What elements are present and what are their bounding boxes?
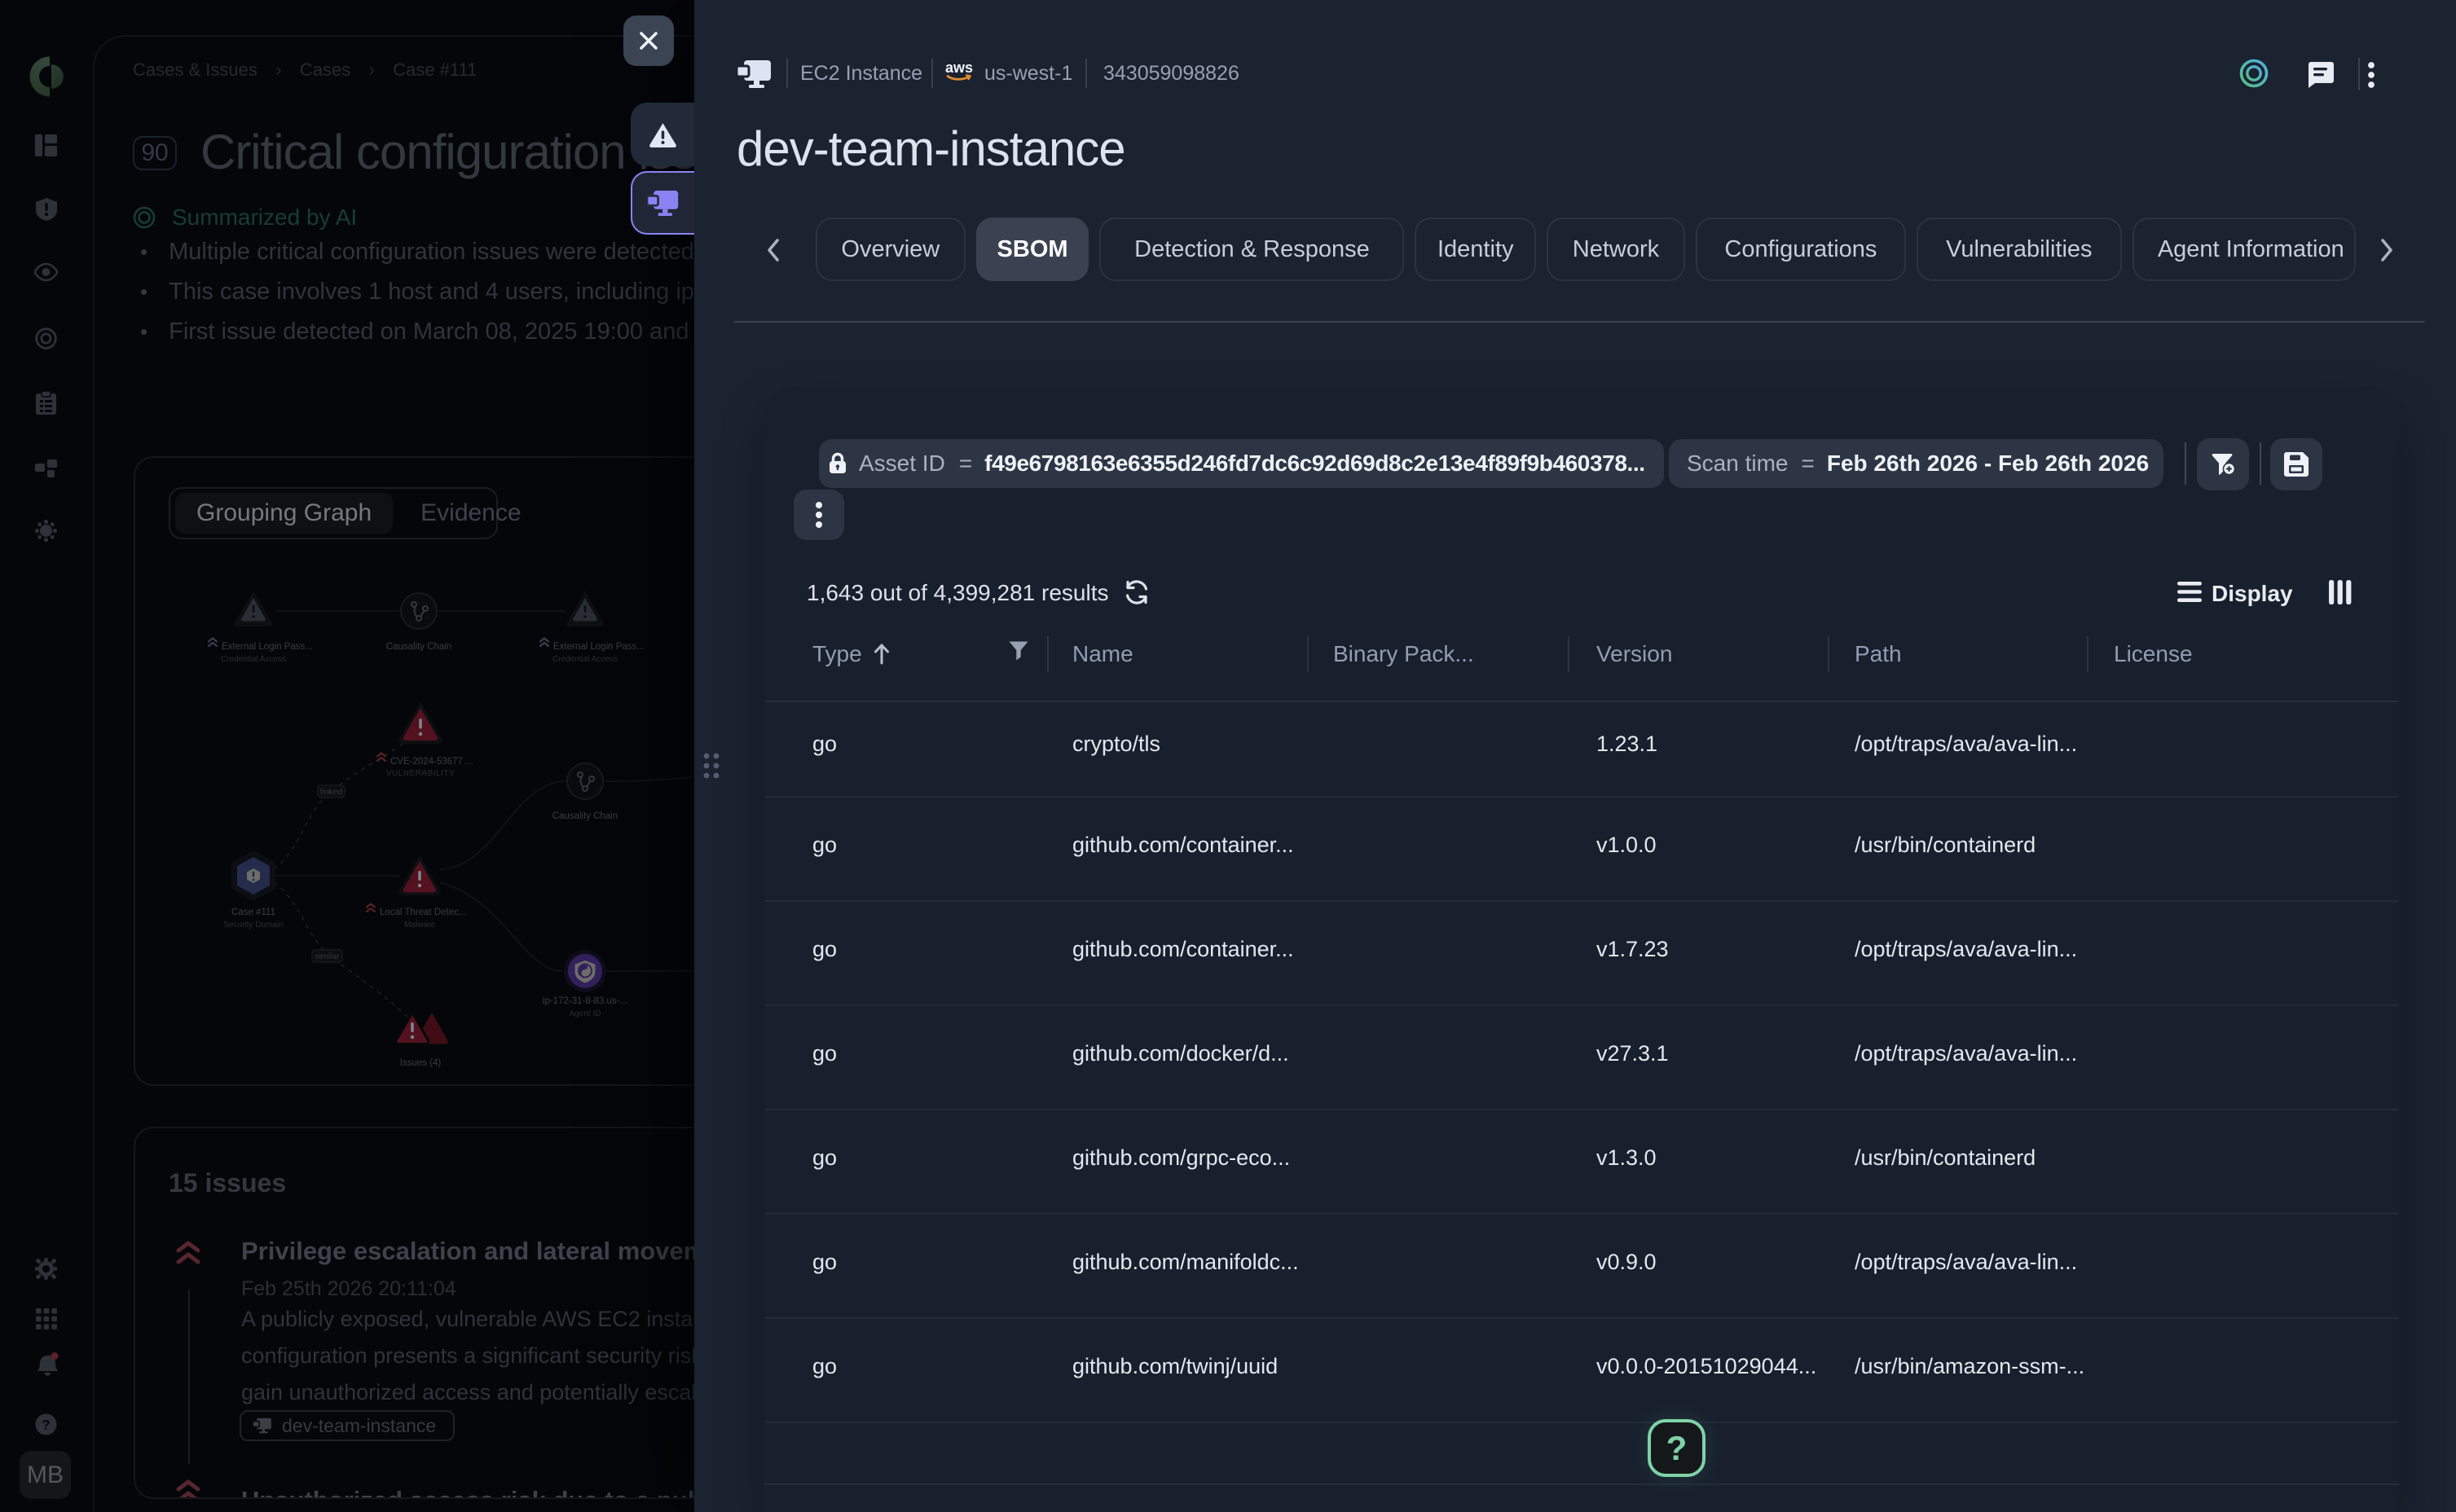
svg-text:CVE-2024-53677 ...: CVE-2024-53677 ...	[390, 757, 473, 767]
svg-text:ip-172-31-8-83.us-...: ip-172-31-8-83.us-...	[543, 996, 627, 1006]
svg-text:aws: aws	[945, 59, 973, 76]
svg-text:Credential Access: Credential Access	[552, 655, 618, 664]
svg-text:Malware: Malware	[404, 921, 435, 930]
svg-text:Case #111: Case #111	[231, 908, 275, 917]
svg-text:?: ?	[42, 1418, 50, 1433]
svg-text:External Login Pass...: External Login Pass...	[222, 642, 313, 652]
svg-text:Causality Chain: Causality Chain	[386, 642, 452, 652]
svg-text:Agent ID: Agent ID	[570, 1009, 601, 1018]
svg-text:similar: similar	[315, 952, 340, 961]
svg-text:Local Threat Detec...: Local Threat Detec...	[380, 908, 467, 917]
svg-text:Issues (4): Issues (4)	[400, 1058, 442, 1068]
svg-text:Causality Chain: Causality Chain	[552, 811, 618, 821]
svg-text:VULNERABILITY: VULNERABILITY	[386, 769, 455, 778]
svg-text:External Login Pass...: External Login Pass...	[553, 642, 645, 652]
svg-text:linked: linked	[320, 787, 343, 797]
svg-text:Security Domain: Security Domain	[223, 921, 283, 930]
svg-text:Credential Access: Credential Access	[221, 655, 286, 664]
